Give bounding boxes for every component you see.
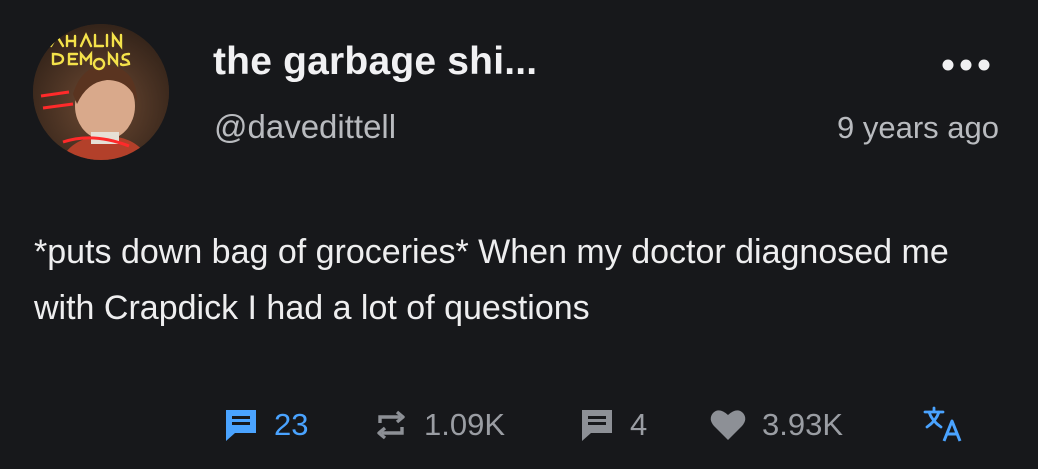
heart-icon xyxy=(710,410,746,440)
post-card: the garbage shi... @davedittell 9 years … xyxy=(0,0,1038,469)
avatar[interactable] xyxy=(33,24,169,160)
user-handle[interactable]: @davedittell xyxy=(214,108,396,146)
avatar-image xyxy=(33,24,169,160)
reblog-button[interactable]: 1.09K xyxy=(372,398,505,452)
translate-button[interactable] xyxy=(922,398,964,452)
action-bar: 23 1.09K 4 3.93K xyxy=(0,398,1038,452)
more-horizontal-icon xyxy=(942,59,990,71)
replies-button[interactable]: 23 xyxy=(222,398,308,452)
like-button[interactable]: 3.93K xyxy=(708,398,843,452)
translate-icon xyxy=(923,406,962,442)
post-timestamp: 9 years ago xyxy=(837,110,999,145)
replies-count: 23 xyxy=(274,407,309,442)
more-options-button[interactable] xyxy=(938,52,994,78)
repeat-icon xyxy=(377,410,405,440)
post-text: *puts down bag of groceries* When my doc… xyxy=(34,233,949,327)
like-count: 3.93K xyxy=(762,407,844,442)
notes-count: 4 xyxy=(630,407,648,442)
display-name[interactable]: the garbage shi... xyxy=(213,40,537,84)
reblog-count: 1.09K xyxy=(424,407,506,442)
notes-button[interactable]: 4 xyxy=(578,398,647,452)
comment-icon xyxy=(582,410,612,441)
comment-icon xyxy=(226,410,256,441)
